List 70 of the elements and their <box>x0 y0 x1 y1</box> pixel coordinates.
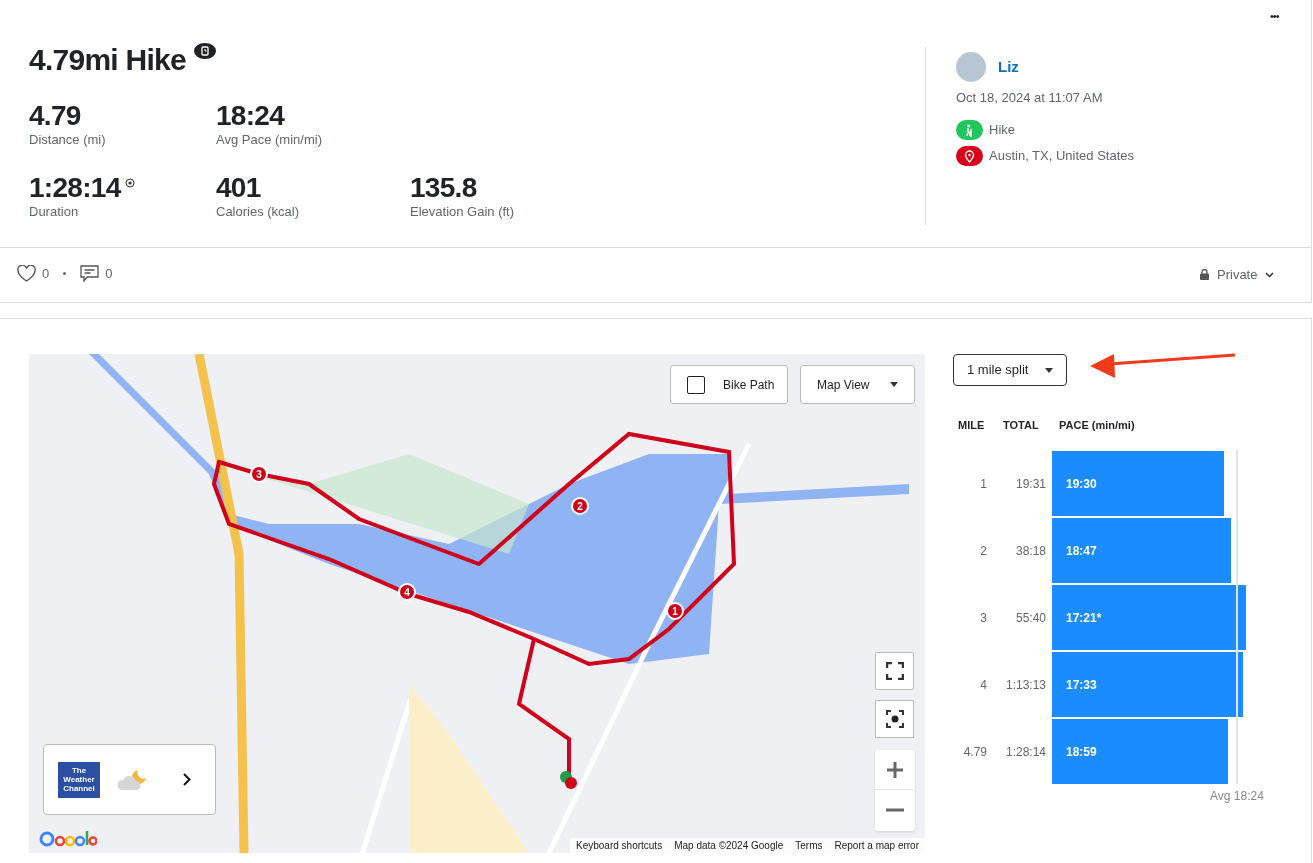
map-attribution-link[interactable]: Keyboard shortcuts <box>576 838 663 853</box>
activity-title: 4.79mi Hike <box>29 42 186 78</box>
pace-value: 19:30 <box>1066 475 1097 493</box>
stat-value: 1:28:14 <box>29 172 121 204</box>
chevron-down-icon <box>1265 271 1275 278</box>
map-attribution-link[interactable]: Report a map error <box>834 838 919 853</box>
total-cell-text: 19:31 <box>1014 475 1046 493</box>
stat-label: Avg Pace (min/mi) <box>216 132 323 148</box>
stat-label: Duration <box>29 204 80 220</box>
fullscreen-icon <box>885 662 904 680</box>
lock-icon <box>1200 269 1209 281</box>
activity-type: Hike <box>989 120 1015 139</box>
pace-value: 18:59 <box>1066 743 1097 761</box>
mile-cell-text: 1 <box>979 475 987 493</box>
average-pace-label: Avg 18:24 <box>1210 788 1264 805</box>
total-cell-text: 1:28:14 <box>1004 743 1046 761</box>
recenter-icon <box>885 710 904 728</box>
plus-icon <box>886 760 904 779</box>
caret-icon <box>890 382 898 387</box>
privacy-dropdown[interactable]: Private <box>1200 265 1275 285</box>
bike-path-toggle[interactable]: Bike Path <box>670 365 788 404</box>
total-cell-text: 1:13:13 <box>1004 676 1046 694</box>
hiker-icon <box>956 119 983 140</box>
caret-icon <box>1045 367 1053 373</box>
location-pin-icon <box>956 145 983 166</box>
recenter-button[interactable] <box>875 700 914 738</box>
fullscreen-button[interactable] <box>875 652 914 690</box>
pace-value: 17:21* <box>1066 609 1102 627</box>
chevron-right-icon <box>183 773 191 786</box>
heart-icon <box>17 265 36 283</box>
total-cell-text: 55:40 <box>1014 609 1046 627</box>
route-marker: 4 <box>398 583 416 601</box>
map-attribution-link[interactable]: Map data ©2024 Google <box>674 838 784 853</box>
comment-button[interactable]: 0 <box>80 264 113 284</box>
user-name-link[interactable]: Liz <box>998 55 1019 79</box>
mile-cell-text: 3 <box>979 609 987 627</box>
pace-value: 18:47 <box>1066 542 1097 560</box>
target-icon <box>124 178 135 188</box>
map-view-dropdown[interactable]: Map View <box>800 365 915 404</box>
activity-date: Oct 18, 2024 at 11:07 AM <box>956 89 1104 107</box>
mile-cell-text: 2 <box>979 542 987 560</box>
column-header: TOTAL <box>1003 418 1040 433</box>
stat-value: 401 <box>216 172 261 204</box>
split-dropdown[interactable]: 1 mile split <box>953 354 1067 386</box>
location-text: Austin, TX, United States <box>989 146 1134 165</box>
checkbox[interactable] <box>687 375 705 394</box>
weather-channel-logo: The Weather Channel <box>58 761 100 798</box>
like-button[interactable]: 0 <box>17 264 50 284</box>
weather-widget[interactable]: The Weather Channel <box>43 744 216 815</box>
stat-label: Distance (mi) <box>29 132 107 148</box>
column-header: MILE <box>957 418 986 433</box>
mile-cell-text: 4 <box>979 676 987 694</box>
mile-cell-text: 4.79 <box>962 743 987 761</box>
stat-value: 4.79 <box>29 100 81 132</box>
map[interactable]: 1 2 3 4 Bike Path Map View The Weather Channel Keyboard shortcuts Map data ©2024 Google Terms Report a map error <box>29 354 925 853</box>
stat-value: 18:24 <box>216 100 285 132</box>
column-header: PACE (min/mi) <box>1059 418 1135 433</box>
more-menu-button[interactable]: ••• <box>1270 8 1279 25</box>
total-cell-text: 38:18 <box>1014 542 1046 560</box>
stat-label: Elevation Gain (ft) <box>410 204 516 220</box>
cloudy-night-icon <box>116 767 148 792</box>
route-marker: 3 <box>250 465 268 483</box>
stat-value: 135.8 <box>410 172 477 204</box>
minus-icon <box>886 808 904 812</box>
map-attribution-link[interactable]: Terms <box>795 838 823 853</box>
google-logo <box>39 829 97 848</box>
comment-icon <box>80 265 100 283</box>
stat-label: Calories (kcal) <box>216 204 301 220</box>
pace-value: 17:33 <box>1066 676 1097 694</box>
watch-icon <box>193 43 216 59</box>
